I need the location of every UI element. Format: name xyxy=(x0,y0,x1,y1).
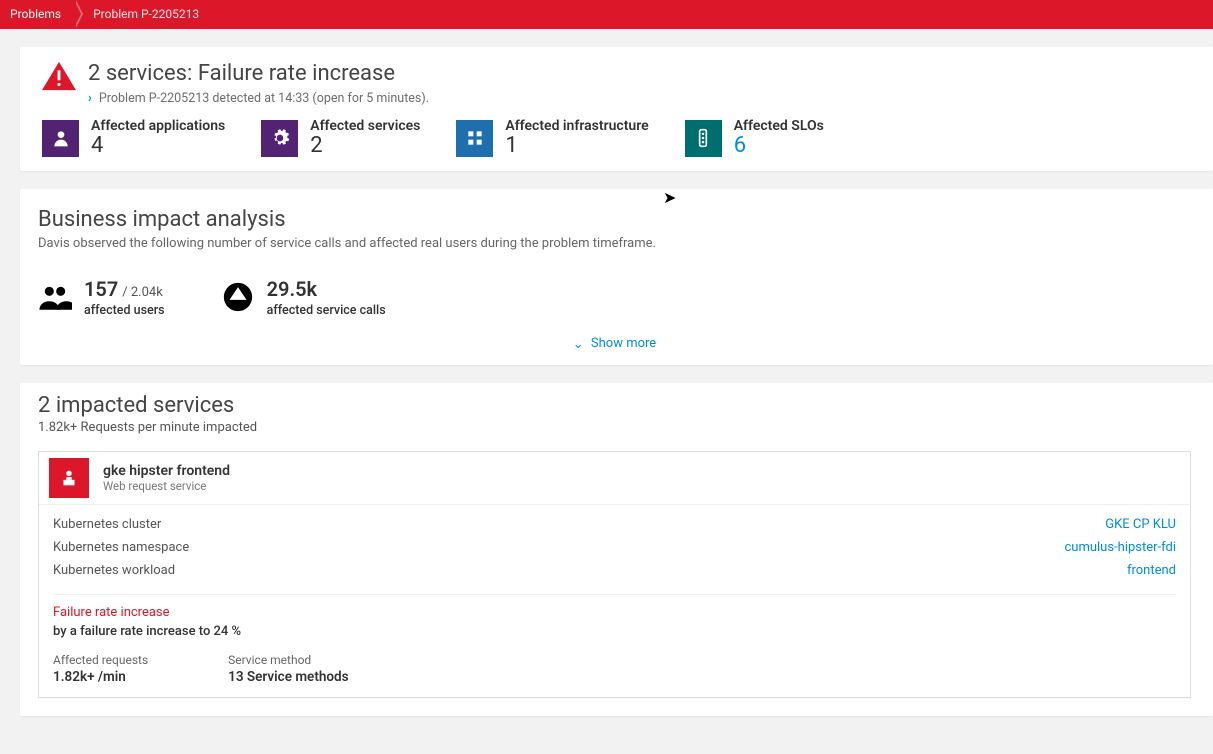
services-icon xyxy=(261,120,298,157)
alert-triangle-icon xyxy=(42,61,76,91)
slo-icon xyxy=(685,120,722,157)
impacted-title: 2 impacted services xyxy=(38,393,1191,418)
affected-row: Affected applications 4 Affected service… xyxy=(42,118,1191,158)
service-icon xyxy=(49,458,89,498)
show-more-button[interactable]: ⌄ Show more xyxy=(38,336,1191,351)
affected-applications[interactable]: Affected applications 4 xyxy=(42,118,225,158)
service-name: gke hipster frontend xyxy=(103,463,230,479)
k8s-cluster-link[interactable]: GKE CP KLU xyxy=(1105,517,1176,532)
service-method-metric: Service method 13 Service methods xyxy=(228,653,348,685)
affected-users-stat: 157 / 2.04k affected users xyxy=(38,277,165,318)
bia-title: Business impact analysis xyxy=(38,207,1191,232)
infrastructure-icon xyxy=(456,120,493,157)
chevron-down-icon: ⌄ xyxy=(573,337,584,352)
affected-infrastructure[interactable]: Affected infrastructure 1 xyxy=(456,118,648,158)
affected-services[interactable]: Affected services 2 xyxy=(261,118,420,158)
chevron-right-icon: › xyxy=(88,91,92,106)
problem-subtitle: › Problem P-2205213 detected at 14:33 (o… xyxy=(88,91,429,106)
service-card[interactable]: gke hipster frontend Web request service… xyxy=(38,451,1191,698)
applications-icon xyxy=(42,120,79,157)
business-impact-card: Business impact analysis Davis observed … xyxy=(20,189,1213,365)
event-title: Failure rate increase xyxy=(53,605,1176,620)
kv-row: Kubernetes cluster GKE CP KLU xyxy=(53,513,1176,536)
breadcrumb-current[interactable]: Problem P-2205213 xyxy=(75,0,213,29)
impacted-subtitle: 1.82k+ Requests per minute impacted xyxy=(38,420,1191,435)
problem-title: 2 services: Failure rate increase xyxy=(88,61,429,87)
event-description: by a failure rate increase to 24 % xyxy=(53,624,1176,639)
affected-calls-stat: 29.5k affected service calls xyxy=(221,277,386,318)
breadcrumb: Problems Problem P-2205213 xyxy=(0,0,1213,29)
breadcrumb-problems[interactable]: Problems xyxy=(0,0,75,29)
bia-subtitle: Davis observed the following number of s… xyxy=(38,236,1191,251)
kv-row: Kubernetes workload frontend xyxy=(53,559,1176,582)
service-header[interactable]: gke hipster frontend Web request service xyxy=(39,452,1190,505)
k8s-namespace-link[interactable]: cumulus-hipster-fdi xyxy=(1064,540,1176,555)
kv-row: Kubernetes namespace cumulus-hipster-fdi xyxy=(53,536,1176,559)
users-icon xyxy=(38,280,72,314)
calls-icon xyxy=(221,280,255,314)
impacted-services-card: 2 impacted services 1.82k+ Requests per … xyxy=(20,383,1213,716)
affected-requests-metric: Affected requests 1.82k+ /min xyxy=(53,653,148,685)
affected-slos[interactable]: Affected SLOs 6 xyxy=(685,118,824,158)
k8s-workload-link[interactable]: frontend xyxy=(1127,563,1176,578)
service-type: Web request service xyxy=(103,479,230,493)
problem-summary-card: 2 services: Failure rate increase › Prob… xyxy=(20,47,1213,171)
